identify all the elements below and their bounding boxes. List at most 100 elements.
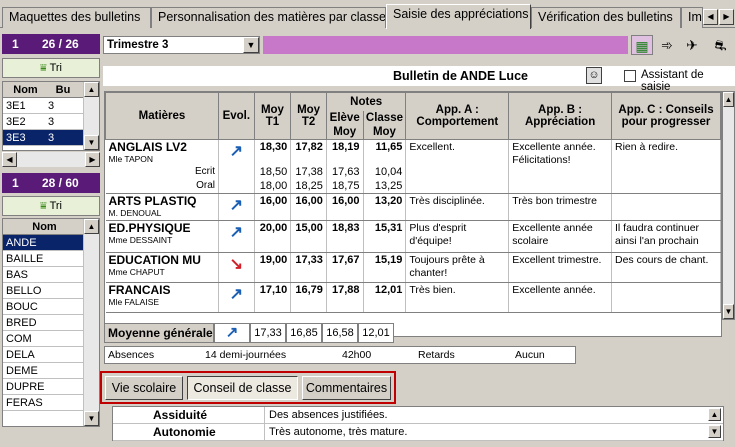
moyenne-label: Moyenne générale <box>104 323 214 343</box>
sort-classes-button[interactable]: ⩸ Tri <box>2 58 100 78</box>
scroll-up-icon[interactable]: ▲ <box>84 82 99 97</box>
trend-up-icon: ↗ <box>229 142 244 160</box>
tab-commentaires[interactable]: Commentaires <box>302 376 391 400</box>
sort-students-button[interactable]: ⩸ Tri <box>2 196 100 216</box>
appreciation-c[interactable] <box>611 282 721 313</box>
status-bar <box>263 36 628 54</box>
students-scrollbar[interactable]: ▲ ▼ <box>83 219 99 426</box>
trend-up-icon: ↗ <box>229 285 244 303</box>
absences-demi[interactable]: 14 demi-journées <box>205 349 286 361</box>
classes-list: Nom Bu 3E1 3 3E2 3 3E3 3 ▲ ▼ <box>2 81 100 151</box>
chevron-down-icon[interactable]: ▼ <box>243 37 259 53</box>
subject-row[interactable]: EDUCATION MU Mme CHAPUT ↘ 19,00 17,33 17,6… <box>105 252 721 283</box>
chart-tool-icon[interactable]: ⛐ <box>706 35 735 55</box>
col-app-a[interactable]: App. A : Comportement <box>405 92 510 140</box>
appreciation-c[interactable]: Rien à redire. <box>611 139 721 194</box>
col-app-b[interactable]: App. B : Appréciation <box>508 92 612 140</box>
assistant-label: Assistant de saisie <box>641 69 704 93</box>
col-moy-t1[interactable]: Moy T1 <box>253 92 292 140</box>
classes-hscroll[interactable]: ◀ ▶ <box>2 152 100 167</box>
subject-name: EDUCATION MU <box>108 252 201 267</box>
tab-impression[interactable]: Im <box>681 7 703 28</box>
tab-saisie-appreciations[interactable]: Saisie des appréciations <box>386 4 531 29</box>
appreciation-b[interactable]: Excellent trimestre. <box>508 252 612 283</box>
classes-header: 1 26 / 26 <box>2 34 100 54</box>
tab-vie-scolaire[interactable]: Vie scolaire <box>105 376 183 400</box>
col-eleve[interactable]: Elève <box>325 110 364 125</box>
assistant-checkbox[interactable] <box>624 70 636 82</box>
conseil-value[interactable]: Très autonome, très mature. <box>264 424 407 440</box>
col-eleve-moy[interactable]: Moy <box>325 124 364 140</box>
classes-col-bu[interactable]: Bu <box>48 82 78 97</box>
appreciation-b[interactable]: Très bon trimestre <box>508 193 612 221</box>
arrow-tool-icon[interactable]: ➾ <box>656 35 678 55</box>
tab-scroll-left-icon[interactable]: ◀ <box>703 9 718 25</box>
col-moy-t2[interactable]: Moy T2 <box>290 92 327 140</box>
absences-row: Absences 14 demi-journées 42h00 Retards … <box>104 346 576 364</box>
conseil-label: Assiduité <box>153 408 208 422</box>
col-classe[interactable]: Classe <box>362 110 407 125</box>
tab-scroll-right-icon[interactable]: ▶ <box>719 9 734 25</box>
subject-name: ANGLAIS LV2 <box>108 139 187 154</box>
bulletin-title: Bulletin de ANDE Luce <box>393 69 528 83</box>
appreciation-a[interactable]: Très bien. <box>405 282 510 313</box>
tab-personnalisation[interactable]: Personnalisation des matières par classe <box>151 7 386 28</box>
teacher-name: M. DENOUAL <box>108 207 162 218</box>
trend-up-icon: ↗ <box>229 196 244 214</box>
filter-icon: ⩸ <box>40 200 47 212</box>
appreciation-c[interactable]: Il faudra continuer ainsi l'an prochain <box>611 220 721 253</box>
moyenne-eleve: 16,58 <box>322 323 358 343</box>
conseil-grid: Assiduité Des absences justifiées. ▲ Aut… <box>112 406 724 441</box>
col-evol[interactable]: Evol. <box>218 92 255 140</box>
conseil-row[interactable]: Assiduité Des absences justifiées. ▲ <box>113 407 723 424</box>
absences-hours[interactable]: 42h00 <box>342 349 371 361</box>
classes-header-num: 1 <box>12 37 19 51</box>
col-app-c[interactable]: App. C : Conseils pour progresser <box>611 92 721 140</box>
scroll-down-icon[interactable]: ▼ <box>84 411 99 426</box>
scroll-up-icon[interactable]: ▲ <box>723 92 734 107</box>
col-matieres[interactable]: Matières <box>105 92 219 140</box>
appreciation-b[interactable]: Excellente année. <box>508 282 612 313</box>
appreciation-b[interactable]: Excellente année. Félicitations! <box>508 139 612 194</box>
tab-verification[interactable]: Vérification des bulletins <box>531 7 681 28</box>
appreciation-c[interactable] <box>611 193 721 221</box>
pin-tool-icon[interactable]: ✈ <box>681 35 703 55</box>
retards-value[interactable]: Aucun <box>515 349 545 361</box>
classes-scrollbar[interactable]: ▲ ▼ <box>83 82 99 150</box>
scroll-up-icon[interactable]: ▲ <box>84 219 99 234</box>
scroll-left-icon[interactable]: ◀ <box>2 152 17 167</box>
conseil-value[interactable]: Des absences justifiées. <box>264 407 388 423</box>
trend-up-icon: ↗ <box>229 223 244 241</box>
scroll-down-icon[interactable]: ▼ <box>84 135 99 150</box>
scroll-down-icon[interactable]: ▼ <box>708 425 721 438</box>
conseil-label: Autonomie <box>153 425 216 439</box>
grid-tool-icon[interactable]: ▦ <box>631 35 653 55</box>
trend-up-icon: ↗ <box>214 323 250 343</box>
appreciation-a[interactable]: Excellent. <box>405 139 510 194</box>
tab-maquettes[interactable]: Maquettes des bulletins <box>2 7 151 28</box>
appreciation-a[interactable]: Toujours prête à chanter! <box>405 252 510 283</box>
appreciation-a[interactable]: Très disciplinée. <box>405 193 510 221</box>
subject-row[interactable]: ED.PHYSIQUE Mme DESSAINT ↗ 20,00 15,00 18,… <box>105 220 721 253</box>
students-count: 28 / 60 <box>42 176 79 190</box>
scroll-right-icon[interactable]: ▶ <box>85 152 100 167</box>
appreciation-c[interactable]: Des cours de chant. <box>611 252 721 283</box>
col-classe-moy[interactable]: Moy <box>362 124 407 140</box>
filter-icon: ⩸ <box>40 62 47 74</box>
appreciation-a[interactable]: Plus d'esprit d'équipe! <box>405 220 510 253</box>
table-scrollbar[interactable]: ▲ ▼ <box>722 91 735 320</box>
conseil-row[interactable]: Autonomie Très autonome, très mature. ▼ <box>113 424 723 441</box>
subject-row[interactable]: ARTS PLASTIQ M. DENOUAL ↗ 16,00 16,00 16,0… <box>105 193 721 221</box>
bottom-tabs: Vie scolaire Conseil de classe Commentai… <box>100 371 396 404</box>
classes-col-nom[interactable]: Nom <box>3 82 48 97</box>
scroll-down-icon[interactable]: ▼ <box>723 304 734 319</box>
period-select[interactable]: Trimestre 3 <box>103 36 260 54</box>
student-photo-icon[interactable]: ☺ <box>586 67 602 84</box>
sort-students-label: Tri <box>49 200 62 212</box>
subject-row[interactable]: FRANCAIS Mle FALAISE ↗ 17,10 16,79 17,88 12… <box>105 282 721 313</box>
teacher-name: Mle FALAISE <box>108 296 160 307</box>
appreciation-b[interactable]: Excellente année scolaire <box>508 220 612 253</box>
subject-row[interactable]: ANGLAIS LV2 Mle TAPON ↗ 18,30 17,82 18,19… <box>105 139 721 194</box>
tab-conseil-de-classe[interactable]: Conseil de classe <box>187 376 298 400</box>
scroll-up-icon[interactable]: ▲ <box>708 408 721 421</box>
